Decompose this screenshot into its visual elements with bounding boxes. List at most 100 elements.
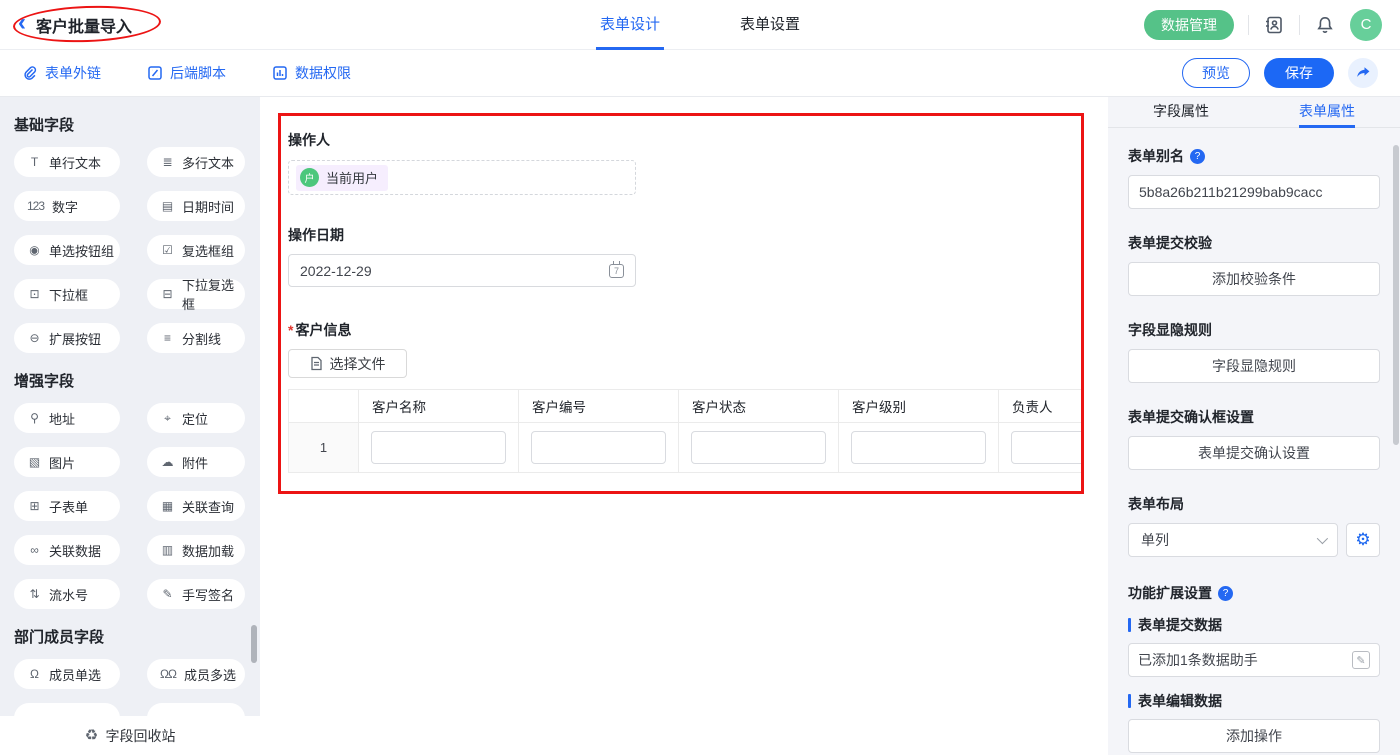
submit-confirm-label: 表单提交确认框设置 [1128,407,1380,427]
customer-code-input[interactable] [531,431,666,464]
submit-confirm-button[interactable]: 表单提交确认设置 [1128,436,1380,470]
layout-select-value: 单列 [1141,530,1169,550]
submit-validation-label: 表单提交校验 [1128,233,1380,253]
avatar[interactable]: C [1350,9,1382,41]
submit-data-box[interactable]: 已添加1条数据助手 ✎ [1128,643,1380,677]
extension-settings-label: 功能扩展设置 ? [1128,583,1380,603]
field-item-location[interactable]: ⌖定位 [147,403,245,433]
field-item-radio-group[interactable]: ◉单选按钮组 [14,235,120,265]
form-canvas[interactable]: 操作人 户 当前用户 操作日期 2022-12-29 7 * 客户信息 选择文件 [260,97,1108,755]
choose-file-button[interactable]: 选择文件 [288,349,407,378]
share-arrow-icon [1355,65,1371,81]
cell-customer-name [359,423,519,473]
preview-button[interactable]: 预览 [1182,58,1250,88]
help-icon[interactable]: ? [1218,586,1233,601]
form-layout-row: 单列 ⚙ [1128,523,1380,557]
form-alias-input[interactable]: 5b8a26b211b21299bab9cacc [1128,175,1380,209]
section-title-member-fields: 部门成员字段 [0,609,260,647]
data-permission-link[interactable]: 数据权限 [272,63,351,83]
layout-settings-button[interactable]: ⚙ [1346,523,1380,557]
field-item-single-line-text[interactable]: T 单行文本 [14,147,120,177]
field-item-label: 单行文本 [49,153,101,172]
field-item-label: 成员多选 [184,665,236,684]
help-icon[interactable]: ? [1190,149,1205,164]
field-item-label: 地址 [49,409,75,428]
operator-field[interactable]: 户 当前用户 [288,160,636,195]
field-item-serial-number[interactable]: ⇅流水号 [14,579,120,609]
field-item-label: 手写签名 [182,585,234,604]
column-header-owner: 负责人 [999,390,1085,423]
back-icon[interactable]: ‹ [18,11,26,35]
form-toolbar: 表单外链 后端脚本 数据权限 预览 保存 [0,50,1400,97]
field-item-number[interactable]: 123数字 [14,191,120,221]
notification-bell-icon[interactable] [1314,14,1336,36]
field-item-label: 分割线 [182,329,221,348]
field-item-image[interactable]: ▧ 图片 [14,447,120,477]
field-item-label: 子表单 [49,497,88,516]
contact-book-icon[interactable] [1263,14,1285,36]
form-external-link[interactable]: 表单外链 [22,63,101,83]
data-manage-button[interactable]: 数据管理 [1144,10,1234,40]
date-field-input[interactable]: 2022-12-29 7 [288,254,636,287]
field-item-label: 附件 [182,453,208,472]
save-button[interactable]: 保存 [1264,58,1334,88]
share-button[interactable] [1348,58,1378,88]
field-item-divider-line[interactable]: ≡分割线 [147,323,245,353]
field-item-linked-query[interactable]: ▦关联查询 [147,491,245,521]
field-item-member-multi[interactable]: ΩΩ成员多选 [147,659,245,689]
field-item-attachment[interactable]: ☁附件 [147,447,245,477]
owner-input[interactable] [1011,431,1084,464]
field-item-dropdown[interactable]: ⊡下拉框 [14,279,120,309]
tab-form-properties[interactable]: 表单属性 [1254,97,1400,127]
layout-select[interactable]: 单列 [1128,523,1338,557]
signature-pen-icon: ✎ [160,588,174,600]
sidebar-scrollbar-thumb[interactable] [251,625,257,663]
subtable-row: 1 [289,423,1085,473]
properties-panel: 字段属性 表单属性 表单别名 ? 5b8a26b211b21299bab9cac… [1108,97,1400,755]
customer-name-input[interactable] [371,431,506,464]
field-item-label: 图片 [49,453,75,472]
field-item-label: 定位 [182,409,208,428]
field-item-dropdown-multi[interactable]: ⊟下拉复选框 [147,279,245,309]
field-item-data-load[interactable]: ▥数据加载 [147,535,245,565]
single-line-text-icon: T [27,156,41,168]
field-item-member-single[interactable]: Ω成员单选 [14,659,120,689]
tab-form-settings[interactable]: 表单设置 [736,0,804,50]
field-visibility-button[interactable]: 字段显隐规则 [1128,349,1380,383]
field-item-linked-data[interactable]: ∞关联数据 [14,535,120,565]
add-validation-button[interactable]: 添加校验条件 [1128,262,1380,296]
field-item-address[interactable]: ⚲地址 [14,403,120,433]
customer-level-input[interactable] [851,431,986,464]
choose-file-label: 选择文件 [330,354,386,374]
file-icon [310,356,323,371]
field-item-checkbox-group[interactable]: ☑复选框组 [147,235,245,265]
tab-form-design[interactable]: 表单设计 [596,0,664,50]
field-item-subform[interactable]: ⊞子表单 [14,491,120,521]
recycle-icon: ♻ [85,728,99,743]
field-item-datetime[interactable]: ▤日期时间 [147,191,245,221]
field-item-extend-button[interactable]: ⊖扩展按钮 [14,323,120,353]
backend-script-link[interactable]: 后端脚本 [147,63,226,83]
row-number-cell: 1 [289,423,359,473]
data-permission-label: 数据权限 [295,63,351,83]
image-icon: ▧ [27,456,41,468]
extension-settings-label-text: 功能扩展设置 [1128,583,1212,603]
column-header-customer-status: 客户状态 [679,390,839,423]
edit-data-sublabel: 表单编辑数据 [1128,691,1380,711]
main-scrollbar-thumb[interactable] [1393,145,1399,445]
customer-status-input[interactable] [691,431,826,464]
field-item-signature[interactable]: ✎ 手写签名 [147,579,245,609]
current-user-tag-label: 当前用户 [326,168,378,187]
field-recycle-bin[interactable]: ♻ 字段回收站 [0,716,260,755]
basic-fields-grid: T 单行文本 ≣多行文本 123数字 ▤日期时间 ◉单选按钮组 ☑复选框组 ⊡下拉… [0,135,260,353]
edit-pencil-icon[interactable]: ✎ [1352,651,1370,669]
field-item-label: 多行文本 [182,153,234,172]
field-item-multi-line-text[interactable]: ≣多行文本 [147,147,245,177]
data-permission-icon [272,65,288,81]
add-operation-button[interactable]: 添加操作 [1128,719,1380,753]
extend-button-icon: ⊖ [27,332,41,344]
form-alias-label-text: 表单别名 [1128,146,1184,166]
customer-info-label-text: 客户信息 [295,320,351,340]
main-body: 基础字段 T单行文本 ≣多行文本 123数字 ▤日期时间 ◉单选按钮组 ☑复选框… [0,97,1400,755]
tab-field-properties[interactable]: 字段属性 [1108,97,1254,127]
